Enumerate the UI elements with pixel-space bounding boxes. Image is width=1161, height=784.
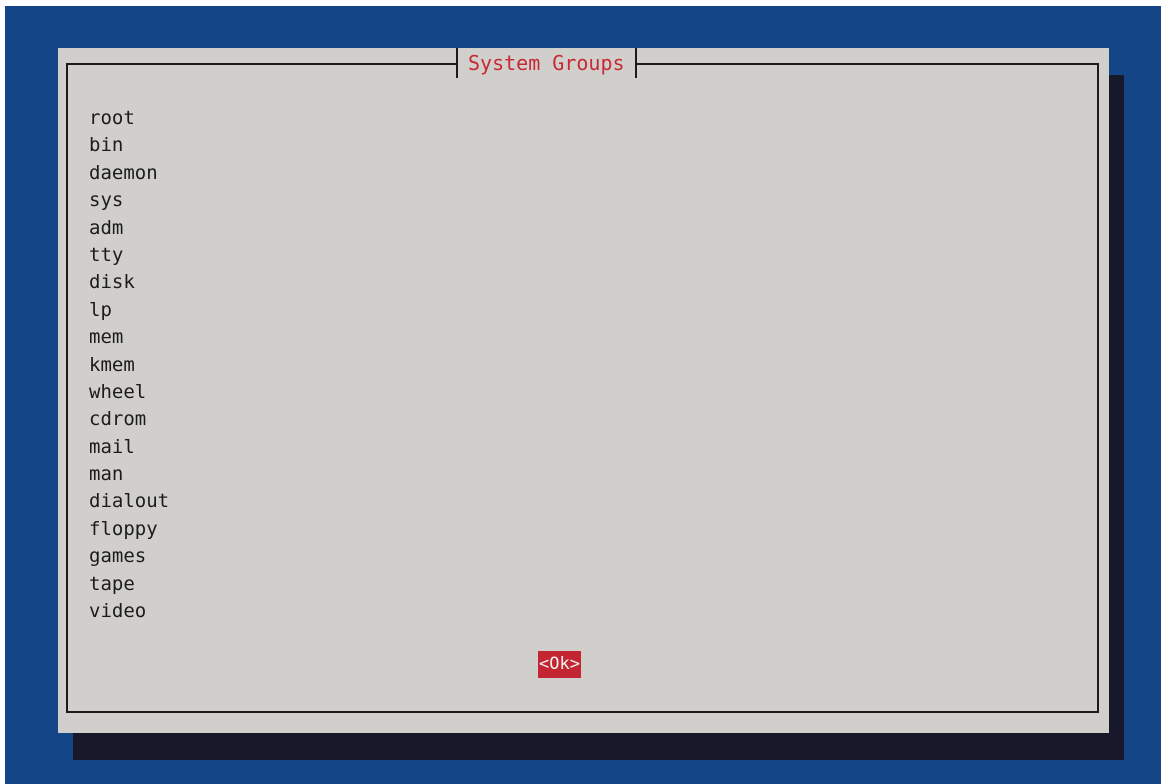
list-item: tape (89, 572, 135, 595)
list-item: floppy (89, 517, 158, 540)
groups-list: root bin daemon sys adm tty disk lp mem … (89, 105, 169, 625)
dialog-title: System Groups (456, 48, 637, 78)
terminal-screen: System Groups root bin daemon sys adm tt… (5, 6, 1161, 784)
list-item: kmem (89, 353, 135, 376)
list-item: dialout (89, 490, 170, 513)
list-item: games (89, 545, 147, 568)
list-item: man (89, 463, 124, 486)
list-item: lp (89, 298, 112, 321)
list-item: tty (89, 243, 124, 266)
list-item: mem (89, 326, 124, 349)
list-item: video (89, 600, 147, 623)
list-item: cdrom (89, 408, 147, 431)
list-item: disk (89, 271, 135, 294)
list-item: adm (89, 216, 124, 239)
list-item: bin (89, 134, 124, 157)
dialog-frame (66, 63, 1099, 713)
list-item: wheel (89, 380, 147, 403)
list-item: daemon (89, 161, 158, 184)
list-item: mail (89, 435, 135, 458)
list-item: sys (89, 189, 124, 212)
list-item: root (89, 107, 135, 129)
system-groups-dialog: System Groups root bin daemon sys adm tt… (58, 48, 1109, 733)
ok-button[interactable]: <Ok> (538, 651, 581, 678)
